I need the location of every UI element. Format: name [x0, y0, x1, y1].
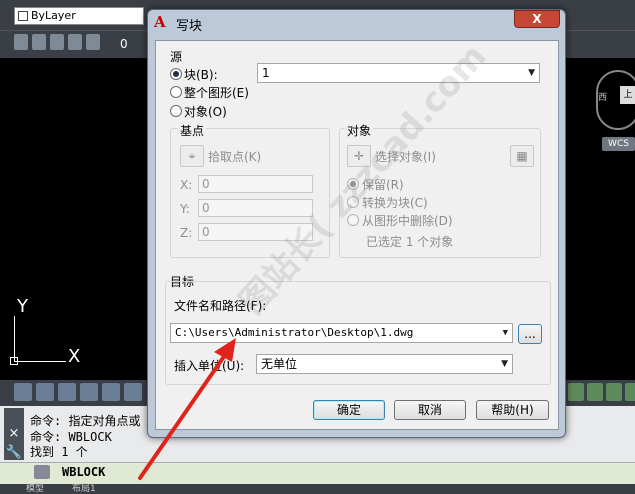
annotation-arrow — [138, 338, 236, 480]
